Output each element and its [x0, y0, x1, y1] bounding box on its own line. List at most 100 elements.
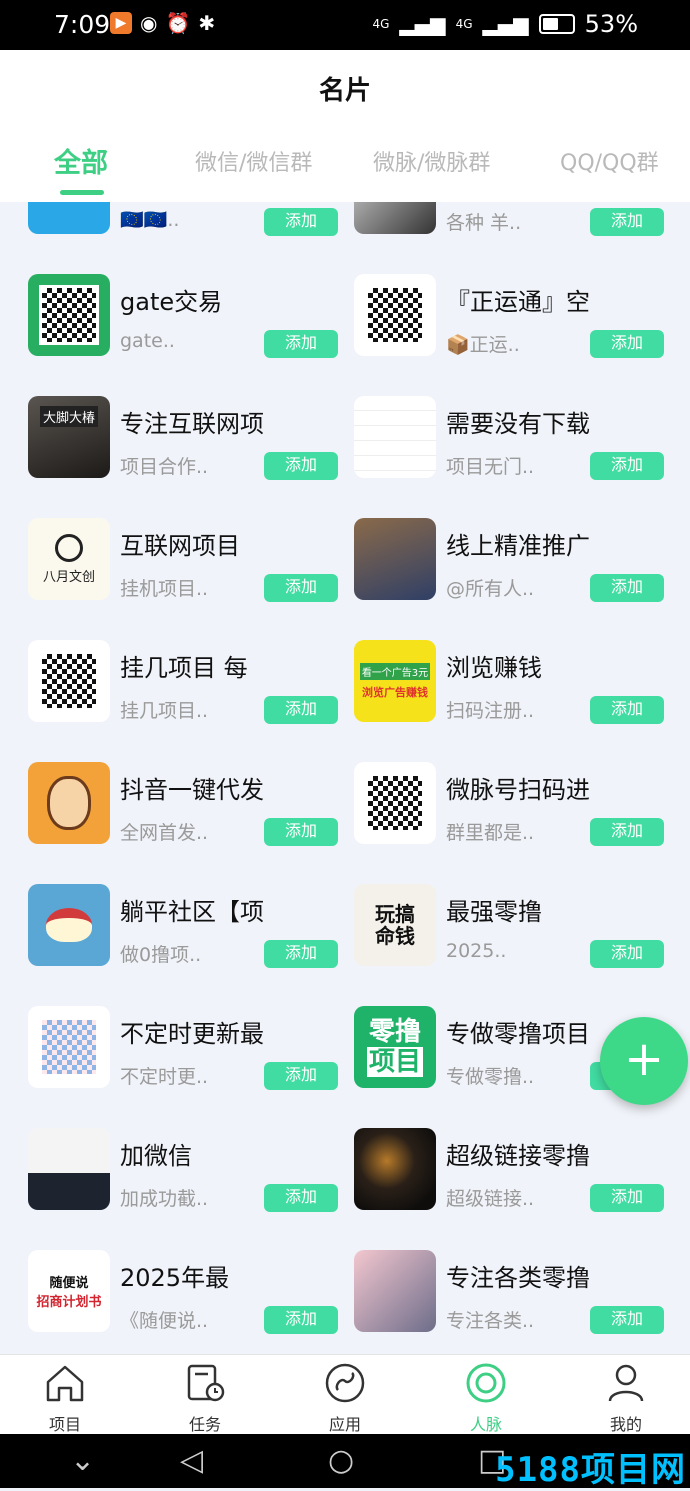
qr-thumbnail	[28, 274, 110, 356]
card-title: 挂几项目 每	[120, 654, 248, 682]
contact-card[interactable]: gate交易 gate.. 添加	[28, 274, 348, 358]
qr-code	[39, 1017, 99, 1077]
photo-thumbnail	[354, 1128, 436, 1210]
add-button[interactable]: 添加	[590, 1306, 664, 1334]
contact-card[interactable]: 挂几项目 每 挂几项目.. 添加	[28, 640, 348, 724]
page-title: 名片	[318, 76, 371, 106]
contacts-icon	[466, 1363, 506, 1403]
card-title: 专做零撸项目	[446, 1020, 590, 1048]
tab-bar: 全部 微信/微信群 微脉/微脉群 QQ/QQ群	[0, 145, 690, 185]
cartoon-avatar-icon	[47, 776, 91, 830]
home-button-icon[interactable]: ○	[328, 1446, 354, 1476]
status-right: 4G ▂▄▆ 4G ▂▄▆ 53%	[372, 10, 638, 38]
card-subtitle: 加成功截..	[120, 1188, 209, 1210]
add-button[interactable]: 添加	[264, 452, 338, 480]
apps-icon	[325, 1363, 365, 1403]
qr-code	[39, 285, 99, 345]
card-subtitle: 挂机项目..	[120, 578, 209, 600]
nav-label: 任务	[188, 1415, 221, 1434]
card-list[interactable]: 🇪🇺🇪🇺.. 添加 各种 羊.. 添加 gate交易 gate.. 添加 『正运…	[0, 202, 690, 1354]
add-contact-fab[interactable]: +	[600, 1017, 688, 1105]
contact-card[interactable]: 🇪🇺🇪🇺.. 添加	[28, 202, 348, 236]
contact-card[interactable]: 随便说 招商计划书 2025年最 《随便说.. 添加	[28, 1250, 348, 1334]
add-button[interactable]: 添加	[264, 330, 338, 358]
screenshot-thumbnail	[354, 396, 436, 478]
thumb-calligraphy-text: 玩搞 命钱	[375, 902, 415, 948]
add-button[interactable]: 添加	[264, 818, 338, 846]
add-button[interactable]: 添加	[264, 940, 338, 968]
contact-card[interactable]: 线上精准推广 @所有人.. 添加	[354, 518, 674, 602]
card-subtitle: 项目合作..	[120, 456, 209, 478]
card-title: 超级链接零撸	[446, 1142, 590, 1170]
banner-thumbnail: 看一个广告3元 浏览广告赚钱	[354, 640, 436, 722]
signal-2-label: 4G	[455, 17, 473, 31]
contact-card[interactable]: 躺平社区【项 做0撸项.. 添加	[28, 884, 348, 968]
hide-keyboard-icon[interactable]: ⌄	[70, 1446, 95, 1476]
add-button[interactable]: 添加	[590, 208, 664, 236]
contact-card[interactable]: 超级链接零撸 超级链接.. 添加	[354, 1128, 674, 1212]
contact-card[interactable]: 『正运通』空 📦正运.. 添加	[354, 274, 674, 358]
card-title: 最强零撸	[446, 898, 542, 926]
nav-item-apps[interactable]: 应用	[295, 1361, 395, 1435]
card-subtitle: 不定时更..	[120, 1066, 209, 1088]
nav-item-projects[interactable]: 项目	[15, 1361, 115, 1435]
contact-card[interactable]: 需要没有下载 项目无门.. 添加	[354, 396, 674, 480]
card-title: 躺平社区【项	[120, 898, 264, 926]
tab-weimai[interactable]: 微脉/微脉群	[373, 145, 490, 177]
contact-card[interactable]: 大脚大椿 专注互联网项 项目合作.. 添加	[28, 396, 348, 480]
add-button[interactable]: 添加	[264, 208, 338, 236]
add-button[interactable]: 添加	[590, 574, 664, 602]
photo-thumbnail	[354, 1250, 436, 1332]
add-button[interactable]: 添加	[590, 452, 664, 480]
add-button[interactable]: 添加	[590, 1184, 664, 1212]
tab-wechat[interactable]: 微信/微信群	[195, 145, 312, 177]
contact-card[interactable]: 抖音一键代发 全网首发.. 添加	[28, 762, 348, 846]
add-button[interactable]: 添加	[590, 696, 664, 724]
nav-item-contacts[interactable]: 人脉	[436, 1361, 536, 1435]
profile-icon	[608, 1364, 644, 1402]
card-thumbnail	[354, 202, 436, 234]
status-bar: 7:09 ▶ ◉ ⏰ ✱ 4G ▂▄▆ 4G ▂▄▆ 53%	[0, 0, 690, 50]
tab-qq[interactable]: QQ/QQ群	[560, 145, 659, 177]
card-title: 专注互联网项	[120, 410, 264, 438]
nav-item-tasks[interactable]: 任务	[155, 1361, 255, 1435]
card-subtitle: 全网首发..	[120, 822, 209, 844]
thumb-banner-bottom: 浏览广告赚钱	[362, 685, 428, 699]
add-button[interactable]: 添加	[590, 940, 664, 968]
contact-card[interactable]: 看一个广告3元 浏览广告赚钱 浏览赚钱 扫码注册.. 添加	[354, 640, 674, 724]
nav-label: 应用	[328, 1415, 361, 1434]
card-title: 加微信	[120, 1142, 192, 1170]
banner-thumbnail: 随便说 招商计划书	[28, 1250, 110, 1332]
photo-thumbnail	[354, 518, 436, 600]
card-subtitle: 扫码注册..	[446, 700, 535, 722]
add-button[interactable]: 添加	[264, 1062, 338, 1090]
add-button[interactable]: 添加	[264, 1306, 338, 1334]
add-button[interactable]: 添加	[264, 696, 338, 724]
card-subtitle: 《随便说..	[120, 1310, 209, 1332]
signal-1-label: 4G	[372, 17, 390, 31]
contact-card[interactable]: 各种 羊.. 添加	[354, 202, 674, 236]
add-button[interactable]: 添加	[264, 1184, 338, 1212]
contact-card[interactable]: 加微信 加成功截.. 添加	[28, 1128, 348, 1212]
nav-item-profile[interactable]: 我的	[576, 1361, 676, 1435]
alarm-icon: ⏰	[165, 11, 191, 35]
tab-all[interactable]: 全部	[54, 141, 108, 180]
contact-card[interactable]: 微脉号扫码进 群里都是.. 添加	[354, 762, 674, 846]
task-icon	[187, 1364, 225, 1402]
contact-card[interactable]: 八月文创 互联网项目 挂机项目.. 添加	[28, 518, 348, 602]
card-thumbnail	[28, 202, 110, 234]
add-button[interactable]: 添加	[590, 330, 664, 358]
add-button[interactable]: 添加	[264, 574, 338, 602]
card-subtitle: 2025..	[446, 940, 507, 962]
avatar-thumbnail	[28, 762, 110, 844]
battery-percent: 53%	[584, 10, 638, 38]
tab-active-indicator	[60, 190, 104, 195]
card-title: 需要没有下载	[446, 410, 590, 438]
contact-card[interactable]: 专注各类零撸 专注各类.. 添加	[354, 1250, 674, 1334]
logo-thumbnail: 八月文创	[28, 518, 110, 600]
contact-card[interactable]: 玩搞 命钱 最强零撸 2025.. 添加	[354, 884, 674, 968]
thumb-banner-text: 招商计划书	[36, 1295, 102, 1310]
back-icon[interactable]: ◁	[180, 1446, 203, 1476]
add-button[interactable]: 添加	[590, 818, 664, 846]
contact-card[interactable]: 不定时更新最 不定时更.. 添加	[28, 1006, 348, 1090]
